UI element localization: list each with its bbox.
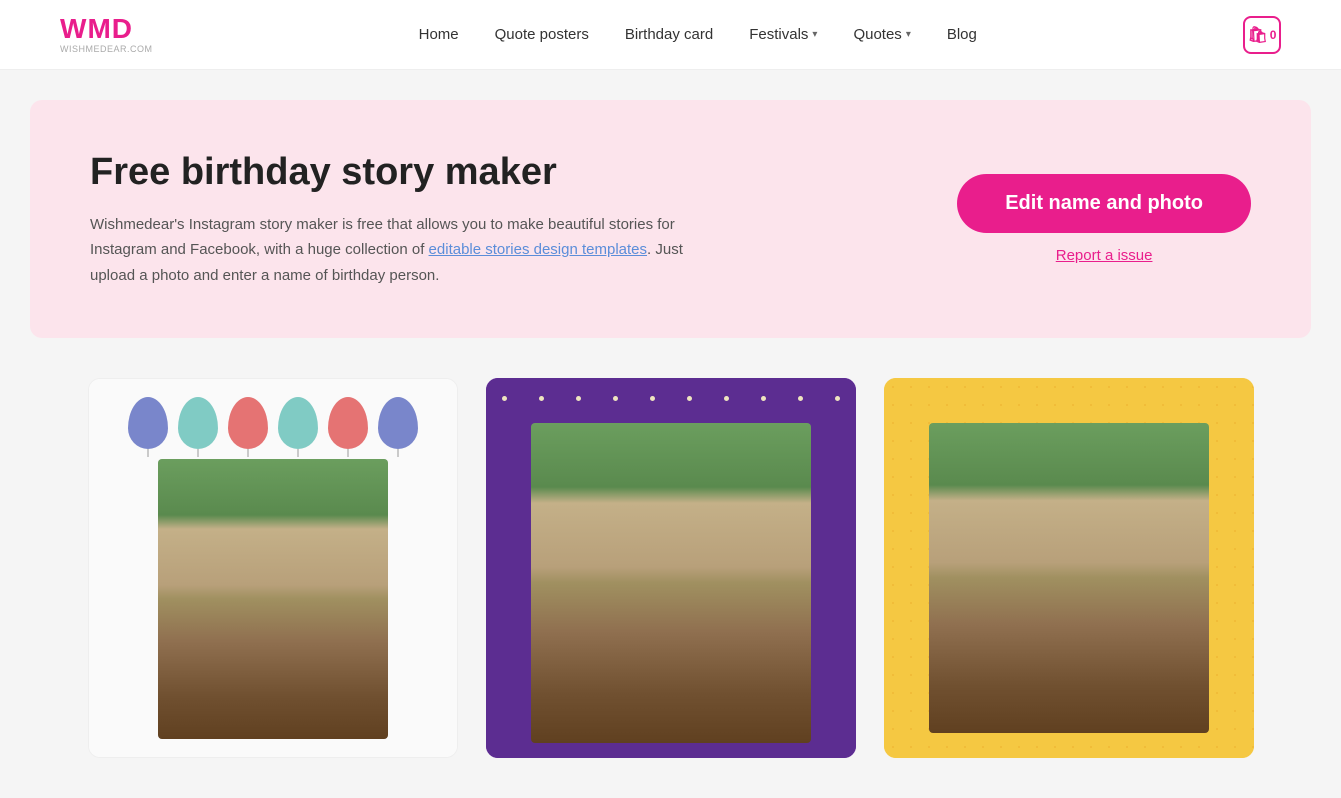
balloon-teal	[178, 397, 218, 449]
balloon-red2	[328, 397, 368, 449]
photo-frame-2	[531, 423, 811, 743]
birthday-card-white[interactable]	[88, 378, 458, 758]
light-10	[835, 396, 840, 401]
light-4	[613, 396, 618, 401]
light-3	[576, 396, 581, 401]
photo-1	[158, 459, 388, 739]
balloon-teal2	[278, 397, 318, 449]
light-7	[724, 396, 729, 401]
birthday-card-purple[interactable]	[486, 378, 856, 758]
highlight-text: editable stories design templates	[429, 241, 647, 258]
card-3-inner	[884, 378, 1254, 758]
photo-2	[531, 423, 811, 743]
light-8	[761, 396, 766, 401]
balloon-blue	[128, 397, 168, 449]
nav-blog[interactable]: Blog	[947, 26, 977, 43]
photo-frame-3	[929, 423, 1209, 733]
light-6	[687, 396, 692, 401]
nav-quote-posters[interactable]: Quote posters	[495, 26, 589, 43]
balloon-blue2	[378, 397, 418, 449]
card-2-inner	[486, 378, 856, 758]
nav-home[interactable]: Home	[419, 26, 459, 43]
nav-festivals[interactable]: Festivals ▾	[749, 26, 817, 43]
photo-3	[929, 423, 1209, 733]
nav-quotes[interactable]: Quotes ▾	[853, 26, 910, 43]
light-1	[502, 396, 507, 401]
logo-subtitle: WISHMEDEAR.COM	[60, 44, 153, 54]
logo-brand: WMD	[60, 15, 133, 43]
nav-birthday-card[interactable]: Birthday card	[625, 26, 713, 43]
light-5	[650, 396, 655, 401]
site-header: WMD WISHMEDEAR.COM Home Quote posters Bi…	[0, 0, 1341, 70]
hero-text: Free birthday story maker Wishmedear's I…	[90, 150, 710, 288]
chevron-down-icon: ▾	[812, 29, 817, 40]
cart-icon: 🛍	[1247, 25, 1267, 45]
balloon-red	[228, 397, 268, 449]
cart-count: 0	[1270, 28, 1277, 42]
photo-frame-1	[158, 459, 388, 739]
birthday-card-yellow[interactable]	[884, 378, 1254, 758]
card-1-inner	[89, 379, 457, 757]
hero-banner: Free birthday story maker Wishmedear's I…	[30, 100, 1311, 338]
fairy-lights	[486, 388, 856, 418]
hero-description: Wishmedear's Instagram story maker is fr…	[90, 212, 710, 289]
logo[interactable]: WMD WISHMEDEAR.COM	[60, 15, 153, 54]
report-issue-link[interactable]: Report a issue	[1056, 247, 1153, 264]
hero-title: Free birthday story maker	[90, 150, 710, 196]
main-nav: Home Quote posters Birthday card Festiva…	[419, 26, 977, 43]
chevron-down-icon: ▾	[906, 29, 911, 40]
edit-name-photo-button[interactable]: Edit name and photo	[957, 174, 1251, 233]
light-9	[798, 396, 803, 401]
cards-section	[0, 338, 1341, 798]
light-2	[539, 396, 544, 401]
balloons-row	[118, 379, 428, 459]
cart-button[interactable]: 🛍 0	[1243, 16, 1281, 54]
hero-actions: Edit name and photo Report a issue	[957, 174, 1251, 264]
